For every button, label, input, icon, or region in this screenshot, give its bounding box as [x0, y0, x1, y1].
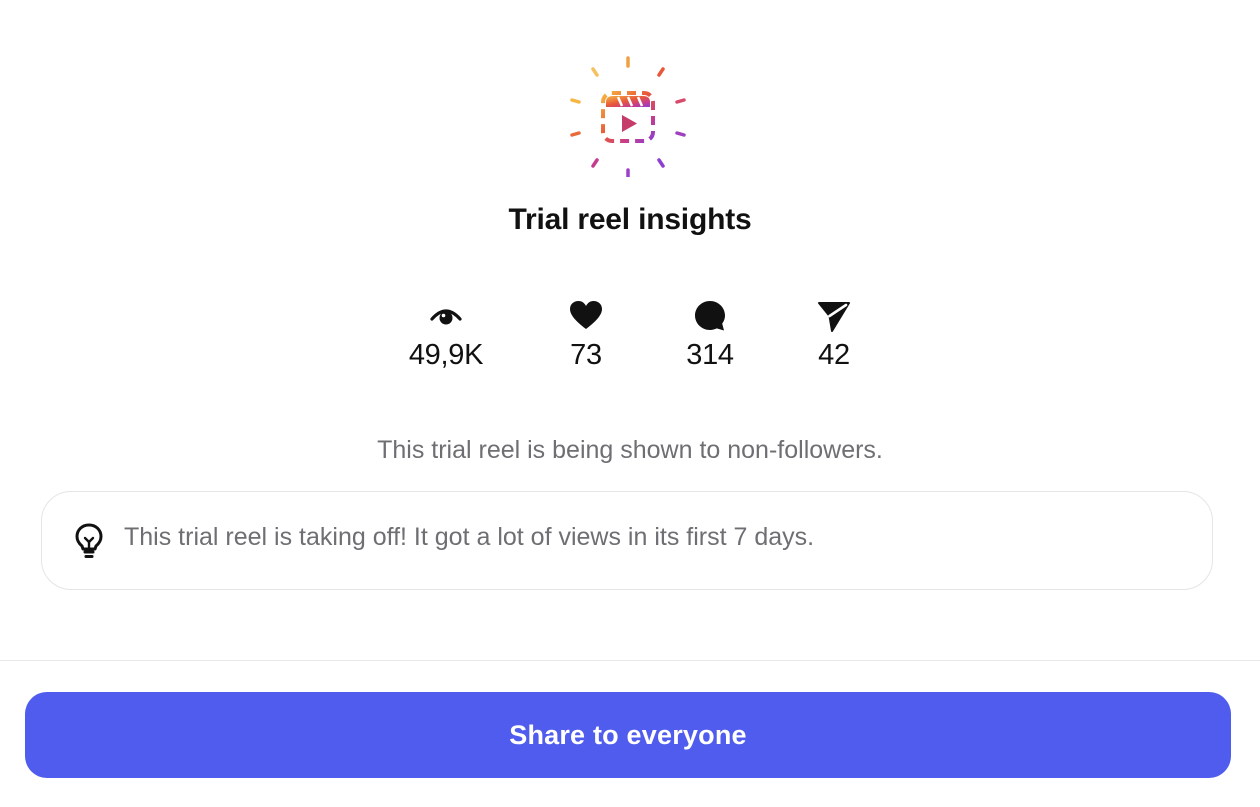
audience-note: This trial reel is being shown to non-fo… [377, 436, 883, 464]
lightbulb-icon [75, 523, 103, 558]
eye-icon [430, 309, 462, 325]
comments-count: 314 [686, 339, 734, 371]
tip-card: This trial reel is taking off! It got a … [41, 491, 1213, 590]
tip-text: This trial reel is taking off! It got a … [124, 523, 815, 551]
stat-views: 49,9K [376, 298, 516, 372]
stat-likes: 73 [516, 298, 656, 372]
likes-count: 73 [570, 339, 602, 371]
stats-row: 49,9K 73 314 42 [0, 298, 1260, 388]
divider [0, 660, 1260, 661]
shares-count: 42 [818, 339, 850, 371]
views-count: 49,9K [408, 339, 484, 371]
send-icon [818, 302, 850, 332]
share-to-everyone-button[interactable]: Share to everyone [25, 692, 1231, 778]
comment-icon [695, 301, 725, 331]
reels-sparkle-icon [566, 53, 690, 177]
heart-icon [570, 301, 602, 329]
stat-shares: 42 [764, 298, 904, 372]
page-title: Trial reel insights [508, 203, 752, 236]
stat-comments: 314 [640, 298, 780, 372]
